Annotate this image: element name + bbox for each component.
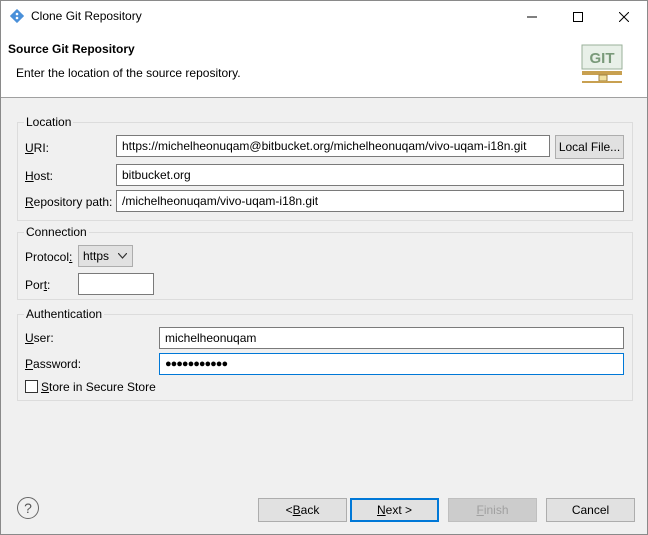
user-label: User:	[25, 331, 54, 345]
store-secure-label[interactable]: Store in Secure Store	[41, 380, 156, 394]
port-label: Port:	[25, 278, 51, 292]
next-button[interactable]: Next >	[350, 498, 439, 522]
help-icon: ?	[24, 500, 32, 516]
uri-label: URI:	[25, 141, 50, 155]
minimize-button[interactable]	[509, 1, 555, 32]
finish-button[interactable]: Finish	[448, 498, 537, 522]
password-input[interactable]: ●●●●●●●●●●●	[159, 353, 624, 375]
page-description: Enter the location of the source reposit…	[16, 66, 241, 80]
host-label: Host:	[25, 169, 54, 183]
page-title: Source Git Repository	[8, 42, 135, 56]
cancel-button[interactable]: Cancel	[546, 498, 635, 522]
back-button[interactable]: < Back	[258, 498, 347, 522]
protocol-selected-value: https	[83, 249, 110, 263]
close-icon	[619, 11, 629, 22]
chevron-down-icon	[118, 253, 127, 259]
maximize-icon	[573, 11, 583, 22]
protocol-select[interactable]: https	[78, 245, 133, 267]
user-input[interactable]: michelheonuqam	[159, 327, 624, 349]
protocol-label: Protocol:	[25, 250, 73, 264]
help-button[interactable]: ?	[17, 497, 39, 519]
local-file-button[interactable]: Local File...	[555, 135, 624, 159]
host-input[interactable]: bitbucket.org	[116, 164, 624, 186]
git-logo-icon: GIT	[581, 44, 623, 83]
connection-group-label: Connection	[24, 225, 89, 239]
maximize-button[interactable]	[555, 1, 601, 32]
git-logo-text: GIT	[590, 50, 615, 67]
window-title: Clone Git Repository	[31, 9, 142, 23]
repository-path-input[interactable]: /michelheonuqam/vivo-uqam-i18n.git	[116, 190, 624, 212]
clone-git-repository-dialog: Clone Git Repository Source Git Reposito…	[0, 0, 648, 535]
repository-path-label: Repository path:	[25, 195, 113, 209]
location-group-label: Location	[24, 115, 74, 129]
password-label: Password:	[25, 357, 82, 371]
authentication-group-label: Authentication	[24, 307, 105, 321]
port-input[interactable]	[78, 273, 154, 295]
title-bar: Clone Git Repository	[1, 1, 647, 32]
close-button[interactable]	[601, 1, 647, 32]
minimize-icon	[527, 16, 537, 17]
wizard-header: Source Git Repository Enter the location…	[1, 32, 647, 98]
store-secure-checkbox[interactable]	[25, 380, 38, 393]
eclipse-git-icon	[10, 9, 24, 23]
uri-input[interactable]: https://michelheonuqam@bitbucket.org/mic…	[116, 135, 550, 157]
